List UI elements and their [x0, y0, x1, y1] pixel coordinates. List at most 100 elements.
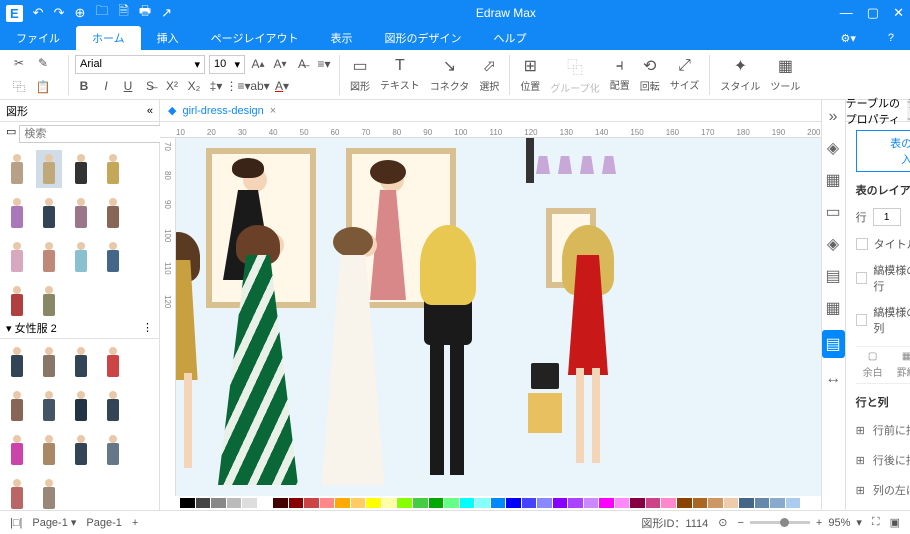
- print-button[interactable]: 🖶: [139, 2, 151, 24]
- shape-thumbnail[interactable]: [4, 387, 30, 425]
- decrease-font-button[interactable]: A▾: [271, 55, 289, 73]
- shape-thumbnail[interactable]: [68, 387, 94, 425]
- striped-row-checkbox[interactable]: [856, 272, 868, 284]
- style-tool[interactable]: ✦スタイル: [716, 56, 764, 93]
- pedestal-shape[interactable]: [528, 393, 562, 433]
- shape-thumbnail[interactable]: [100, 238, 126, 276]
- shape-thumbnail[interactable]: [68, 238, 94, 276]
- rows-input[interactable]: [873, 208, 901, 226]
- light-pole[interactable]: [526, 138, 534, 183]
- shape-thumbnail[interactable]: [36, 475, 62, 510]
- figure-black-boots[interactable]: [436, 233, 472, 345]
- help-button[interactable]: ?: [872, 26, 910, 50]
- maximize-button[interactable]: ▢: [867, 5, 879, 21]
- minimize-button[interactable]: —: [840, 5, 853, 21]
- dock-tool-6[interactable]: ▦: [826, 298, 841, 318]
- redo-button[interactable]: ↷: [54, 5, 65, 21]
- bullets-button[interactable]: ⋮≡▾: [229, 77, 247, 95]
- striped-col-checkbox[interactable]: [856, 314, 868, 326]
- shape-thumbnail[interactable]: [4, 282, 30, 317]
- shape-thumbnail[interactable]: [100, 387, 126, 425]
- zoom-value[interactable]: 95%: [828, 517, 850, 529]
- shape-thumbnail[interactable]: [100, 194, 126, 232]
- line-spacing-button[interactable]: ‡▾: [207, 77, 225, 95]
- shape-category-header[interactable]: ▾ 女性服 2⋮: [0, 317, 159, 339]
- shape-thumbnail[interactable]: [36, 194, 62, 232]
- shape-thumbnail[interactable]: [4, 431, 30, 469]
- add-page-button[interactable]: +: [132, 517, 138, 529]
- shape-thumbnail[interactable]: [4, 238, 30, 276]
- tab-view[interactable]: 表示: [314, 26, 368, 50]
- shape-thumbnail[interactable]: [36, 387, 62, 425]
- text-tool[interactable]: Tテキスト: [376, 57, 424, 92]
- dock-tool-2[interactable]: ▦: [826, 170, 841, 190]
- shape-search-input[interactable]: [19, 125, 171, 143]
- bold-button[interactable]: B: [75, 77, 93, 95]
- page-nav-icon[interactable]: |□|: [10, 517, 22, 529]
- increase-font-button[interactable]: A▴: [249, 55, 267, 73]
- insert-table-button[interactable]: 表の挿入: [856, 130, 910, 172]
- shape-thumbnail[interactable]: [4, 150, 30, 188]
- tab-page-layout[interactable]: ページレイアウト: [195, 26, 315, 50]
- align-tool[interactable]: ⫞配置: [606, 57, 634, 92]
- tab-help[interactable]: ヘルプ: [477, 26, 542, 50]
- dock-tool-7[interactable]: ▤: [822, 330, 845, 358]
- insert-col-left-button[interactable]: ⊞列の左に挿入: [856, 480, 910, 500]
- shape-thumbnail[interactable]: [36, 431, 62, 469]
- dock-tool-5[interactable]: ▤: [826, 266, 841, 286]
- italic-button[interactable]: I: [97, 77, 115, 95]
- underline-button[interactable]: U: [119, 77, 137, 95]
- save-button[interactable]: 🗎: [118, 2, 128, 24]
- document-tab[interactable]: girl-dress-design: [182, 105, 263, 117]
- align-dropdown[interactable]: ≡▾: [315, 55, 333, 73]
- close-doc-button[interactable]: ×: [270, 105, 276, 117]
- title-checkbox[interactable]: [856, 238, 868, 250]
- open-button[interactable]: 🗀: [95, 2, 108, 24]
- char-case-button[interactable]: ab▾: [251, 77, 269, 95]
- zoom-in-button[interactable]: +: [816, 517, 822, 529]
- format-painter-button[interactable]: ✎: [34, 54, 52, 72]
- figure-green-gown[interactable]: [246, 233, 298, 485]
- color-palette[interactable]: [160, 496, 821, 510]
- handbag-shape[interactable]: [531, 363, 559, 389]
- font-color-button[interactable]: A▾: [273, 77, 291, 95]
- superscript-button[interactable]: X²: [163, 77, 181, 95]
- close-button[interactable]: ✕: [893, 5, 904, 21]
- shape-thumbnail[interactable]: [36, 150, 62, 188]
- figure-red-dress[interactable]: [576, 233, 613, 375]
- size-tool[interactable]: ⤢サイズ: [666, 57, 704, 92]
- dock-tool-4[interactable]: ◈: [827, 234, 839, 254]
- cut-button[interactable]: ✂: [10, 54, 28, 72]
- shape-thumbnail[interactable]: [4, 194, 30, 232]
- paste-button[interactable]: 📋: [34, 78, 52, 96]
- library-button[interactable]: ▭: [6, 125, 16, 143]
- canvas[interactable]: [176, 138, 821, 496]
- shape-thumbnail[interactable]: [36, 238, 62, 276]
- border-tool[interactable]: ▦罫線: [897, 351, 910, 379]
- new-button[interactable]: ⊕: [74, 5, 85, 21]
- font-size-combo[interactable]: 10▾: [209, 55, 245, 74]
- insert-row-before-button[interactable]: ⊞行前に挿入: [856, 420, 910, 440]
- presentation-button[interactable]: ⊙: [718, 516, 727, 529]
- export-button[interactable]: ↗: [161, 5, 172, 21]
- tab-shape-design[interactable]: 図形のデザイン: [368, 26, 477, 50]
- dock-tool-8[interactable]: ↔: [825, 370, 841, 388]
- font-name-combo[interactable]: Arial▾: [75, 55, 205, 74]
- page-tab[interactable]: Page-1: [86, 517, 121, 529]
- tab-insert[interactable]: 挿入: [141, 26, 195, 50]
- shape-thumbnail[interactable]: [100, 343, 126, 381]
- clear-format-button[interactable]: A̶: [293, 55, 311, 73]
- tab-file[interactable]: ファイル: [0, 26, 76, 50]
- collapse-shapes-button[interactable]: «: [147, 105, 153, 117]
- connector-tool[interactable]: ↘コネクタ: [426, 56, 474, 93]
- tab-table-data[interactable]: テーブルデータ: [907, 100, 910, 122]
- tab-table-properties[interactable]: テーブルのプロパティ: [846, 100, 907, 122]
- dock-tool-1[interactable]: ◈: [827, 138, 839, 158]
- tab-home[interactable]: ホーム: [76, 26, 141, 50]
- shape-thumbnail[interactable]: [36, 282, 62, 317]
- figure-gold-dress[interactable]: [176, 238, 206, 380]
- shape-thumbnail[interactable]: [4, 475, 30, 510]
- figure-white-gown[interactable]: [341, 233, 388, 485]
- ceiling-lamps[interactable]: [536, 156, 616, 174]
- copy-button[interactable]: ⿻: [10, 78, 28, 96]
